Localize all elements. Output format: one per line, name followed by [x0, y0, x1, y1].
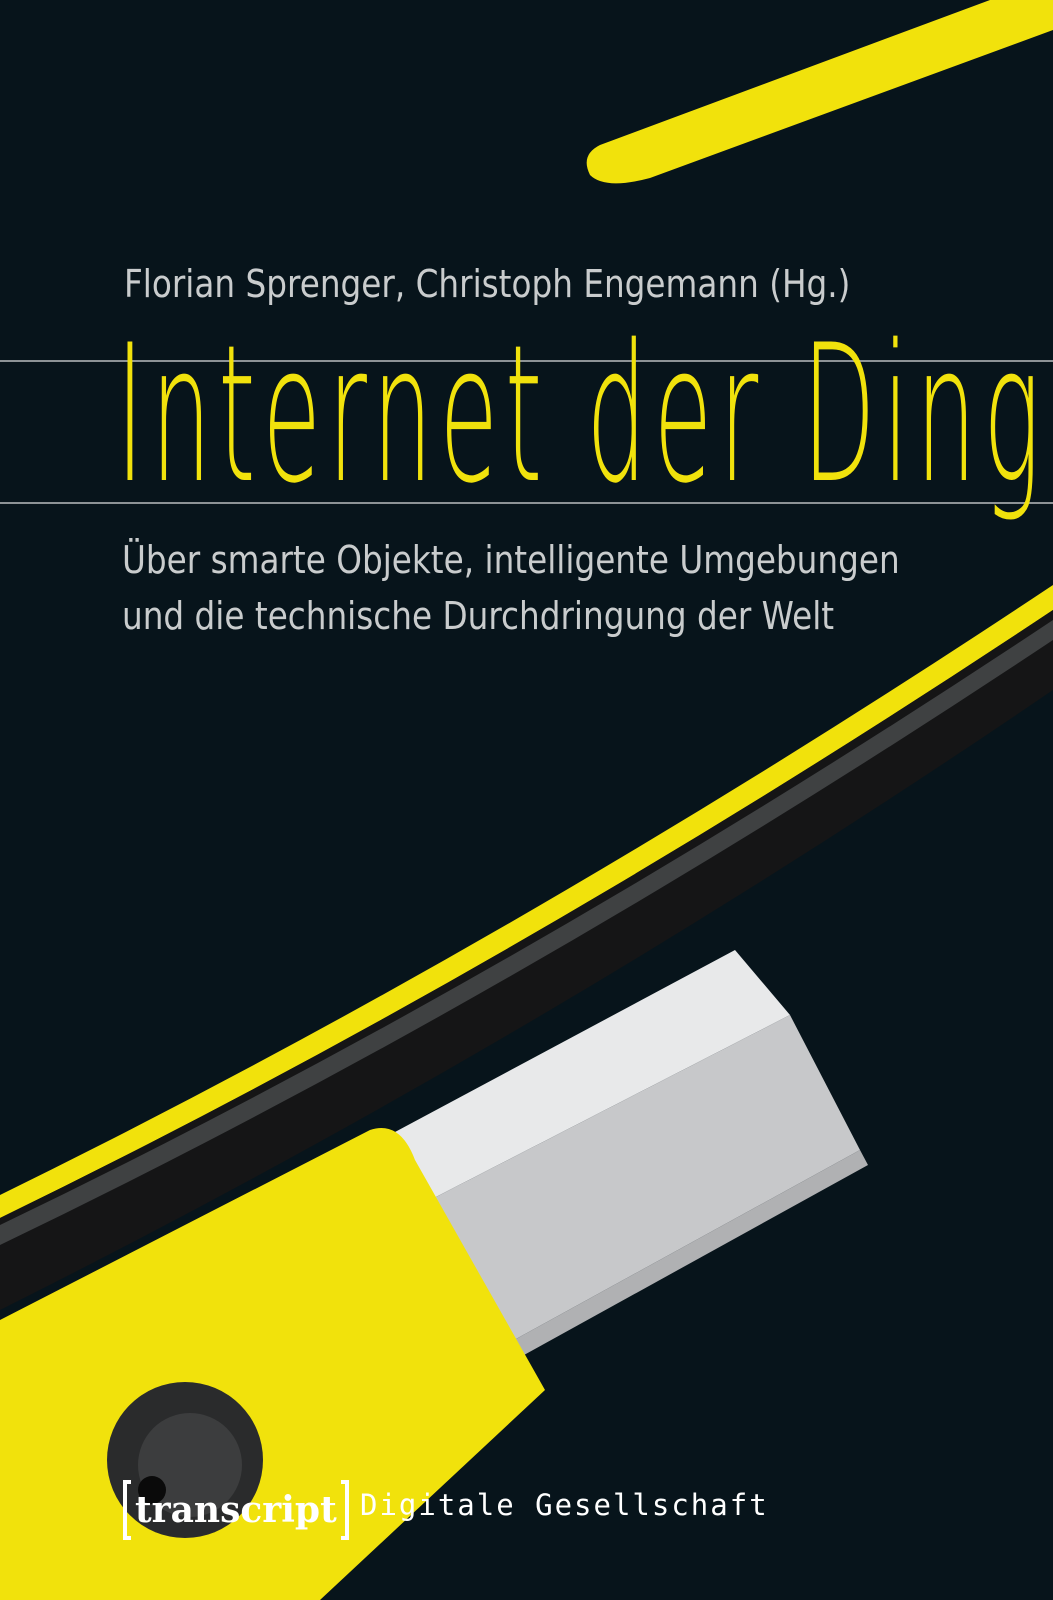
book-title: Internet der Dinge [116, 304, 1053, 525]
subtitle-line-2: und die technische Durchdringung der Wel… [122, 594, 835, 638]
subtitle: Über smarte Objekte, intelligente Umgebu… [122, 532, 900, 644]
book-cover: Florian Sprenger, Christoph Engemann (Hg… [0, 0, 1053, 1600]
glasses-frame-illustration [0, 0, 1053, 1600]
authors: Florian Sprenger, Christoph Engemann (Hg… [124, 262, 851, 306]
bracket-left-icon [123, 1480, 131, 1540]
publisher-name: transcript [135, 1489, 337, 1531]
series-name: Digitale Gesellschaft [360, 1488, 769, 1522]
bracket-right-icon [340, 1480, 349, 1540]
subtitle-line-1: Über smarte Objekte, intelligente Umgebu… [122, 538, 900, 582]
publisher-logo: transcript [123, 1480, 349, 1540]
top-yellow-stroke [586, 0, 1053, 184]
